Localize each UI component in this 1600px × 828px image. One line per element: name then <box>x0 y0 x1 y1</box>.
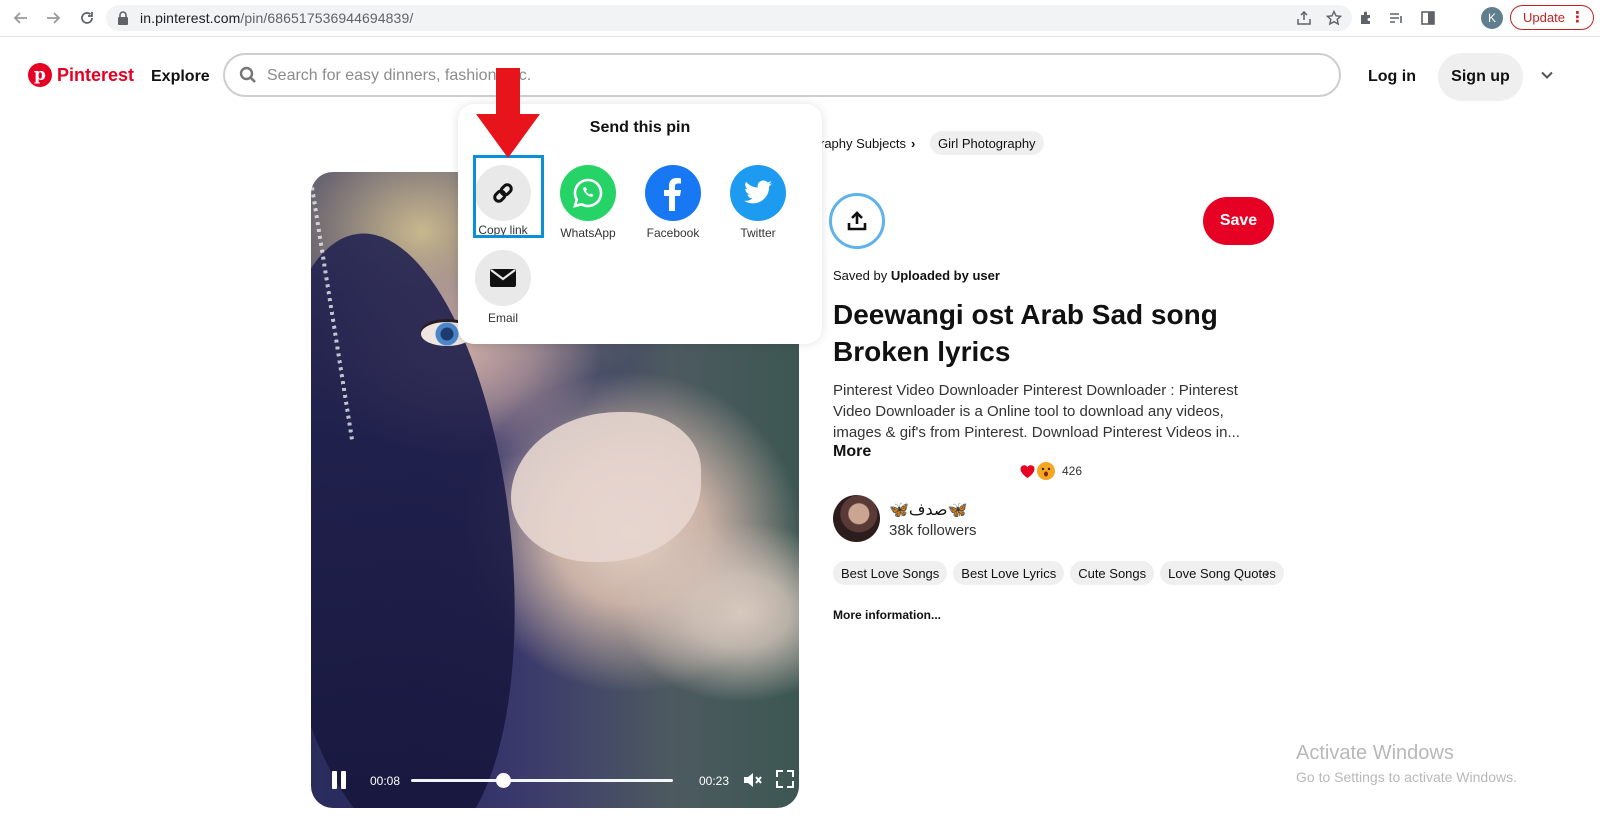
extensions-icon[interactable] <box>1356 8 1376 28</box>
tag-chip[interactable]: Best Love Songs <box>833 561 948 585</box>
creator-avatar[interactable] <box>833 495 880 542</box>
facebook-icon[interactable] <box>645 165 701 221</box>
pause-icon[interactable] <box>332 771 346 789</box>
chevron-right-icon: › <box>911 136 916 151</box>
video-progress-bar[interactable] <box>411 773 673 788</box>
forward-icon[interactable] <box>42 7 64 29</box>
reading-list-icon[interactable] <box>1386 8 1406 28</box>
signup-button[interactable]: Sign up <box>1438 53 1523 101</box>
explore-link[interactable]: Explore <box>151 68 210 86</box>
search-bar[interactable] <box>223 53 1341 97</box>
address-bar[interactable]: in.pinterest.com/pin/686517536944694839/ <box>106 5 1352 31</box>
saved-by-user[interactable]: Uploaded by user <box>891 268 1000 283</box>
creator-name[interactable]: 🦋صدف🦋 <box>889 500 967 520</box>
share-option-label: Email <box>487 311 518 325</box>
activate-windows-subtitle: Go to Settings to activate Windows. <box>1296 769 1517 785</box>
chevron-right-icon[interactable]: › <box>1265 564 1270 580</box>
login-link[interactable]: Log in <box>1368 68 1416 86</box>
copy-link-highlight-box <box>473 155 544 238</box>
reload-icon[interactable] <box>76 7 98 29</box>
lock-icon <box>117 11 129 30</box>
video-controls: 00:08 00:23 <box>311 752 799 808</box>
video-progress-thumb[interactable] <box>495 773 511 788</box>
share-option-label: Facebook <box>646 226 700 240</box>
share-page-icon[interactable] <box>1296 10 1312 26</box>
more-information-link[interactable]: More information... <box>833 608 941 622</box>
email-icon[interactable] <box>475 250 531 306</box>
browser-toolbar: in.pinterest.com/pin/686517536944694839/… <box>0 0 1600 37</box>
fullscreen-icon[interactable] <box>774 768 796 790</box>
breadcrumb-item[interactable]: raphy Subjects <box>820 136 906 151</box>
profile-avatar[interactable]: K <box>1481 7 1503 29</box>
side-panel-icon[interactable] <box>1418 8 1438 28</box>
back-icon[interactable] <box>10 7 32 29</box>
saved-by-text: Saved by Uploaded by user <box>833 268 1000 283</box>
update-button[interactable]: Update ⋮ <box>1510 5 1594 30</box>
whatsapp-icon[interactable] <box>560 165 616 221</box>
wow-reaction-icon <box>1037 462 1055 480</box>
search-input[interactable] <box>265 64 869 88</box>
share-twitter[interactable]: Twitter <box>718 165 798 240</box>
activate-windows-title: Activate Windows <box>1296 742 1454 764</box>
share-email[interactable]: Email <box>463 250 543 325</box>
upload-icon <box>847 211 867 231</box>
more-link[interactable]: More <box>833 443 871 461</box>
more-menu-icon[interactable]: ⋮ <box>1570 9 1585 26</box>
logo-text: Pinterest <box>57 64 135 85</box>
twitter-icon[interactable] <box>730 165 786 221</box>
video-frame-hand <box>511 412 701 562</box>
creator-followers: 38k followers <box>889 522 977 539</box>
related-tags: Best Love Songs Best Love Lyrics Cute So… <box>833 561 1284 585</box>
save-button[interactable]: Save <box>1203 197 1274 245</box>
search-icon <box>239 66 257 89</box>
url-text: in.pinterest.com/pin/686517536944694839/ <box>140 10 414 26</box>
share-whatsapp[interactable]: WhatsApp <box>548 165 628 240</box>
breadcrumb-current[interactable]: Girl Photography <box>930 131 1044 155</box>
arrow-down-icon <box>476 68 540 158</box>
pinterest-logo-icon: p <box>28 63 52 87</box>
bookmark-star-icon[interactable] <box>1325 9 1343 26</box>
update-label: Update <box>1523 10 1565 25</box>
video-duration: 00:23 <box>699 774 730 788</box>
pinterest-logo[interactable]: p Pinterest <box>28 63 134 87</box>
reaction-count: 426 <box>1062 464 1083 478</box>
tag-chip[interactable]: Best Love Lyrics <box>953 561 1065 585</box>
share-option-label: WhatsApp <box>560 226 616 240</box>
chevron-down-icon[interactable] <box>1540 68 1554 87</box>
share-button[interactable] <box>829 193 885 249</box>
heart-reaction-icon <box>1018 462 1036 480</box>
tag-chip[interactable]: Cute Songs <box>1070 561 1155 585</box>
share-option-label: Twitter <box>740 226 776 240</box>
share-facebook[interactable]: Facebook <box>633 165 713 240</box>
reactions[interactable]: 426 <box>1018 462 1082 480</box>
video-current-time: 00:08 <box>370 774 401 788</box>
pin-description: Pinterest Video Downloader Pinterest Dow… <box>833 382 1240 441</box>
mute-icon[interactable] <box>741 769 763 791</box>
pin-title: Deewangi ost Arab Sad song Broken lyrics <box>833 299 1218 367</box>
